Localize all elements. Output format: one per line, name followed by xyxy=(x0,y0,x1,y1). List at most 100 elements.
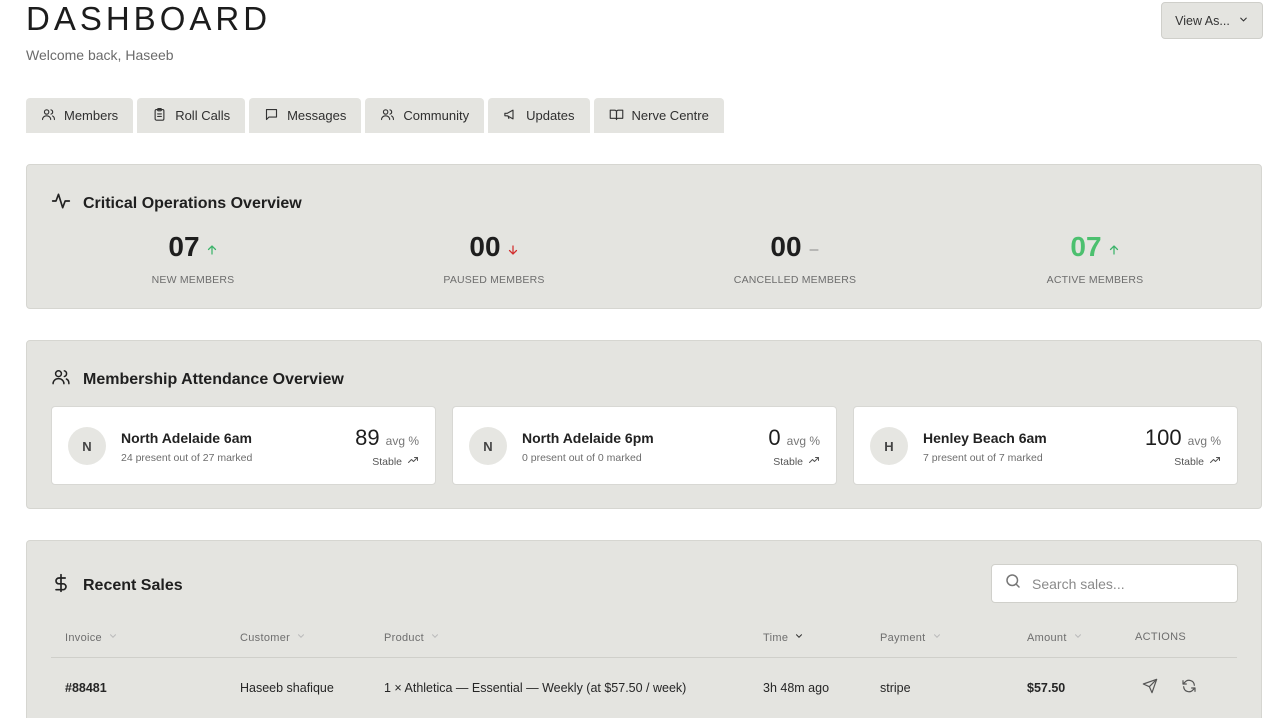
critical-operations-title: Critical Operations Overview xyxy=(51,191,302,216)
megaphone-icon xyxy=(503,107,518,125)
arrow-up-icon xyxy=(206,232,218,262)
trending-up-icon xyxy=(808,454,820,469)
tab-messages[interactable]: Messages xyxy=(249,98,362,133)
tab-members[interactable]: Members xyxy=(26,98,134,133)
column-header-amount[interactable]: Amount xyxy=(1027,631,1083,644)
column-label: Payment xyxy=(880,631,926,644)
time-cell: 3h 48m ago xyxy=(763,681,830,695)
average-value: 0 xyxy=(768,425,781,450)
stat-paused-members: 00 PAUSED MEMBERS xyxy=(394,231,594,287)
stat-value: 00 xyxy=(469,231,501,262)
invoice-cell[interactable]: #88481 xyxy=(65,681,107,695)
trend-status: Stable xyxy=(372,454,419,469)
welcome-message: Welcome back, Haseeb xyxy=(26,47,174,63)
search-box[interactable] xyxy=(991,564,1238,603)
attendance-average: 89 avg % xyxy=(355,425,419,451)
attendance-title: Membership Attendance Overview xyxy=(51,367,344,392)
chevron-down-icon xyxy=(296,631,306,644)
average-value: 100 xyxy=(1144,425,1182,450)
stat-new-members: 07 NEW MEMBERS xyxy=(93,232,293,287)
product-cell: 1 × Athletica — Essential — Weekly (at $… xyxy=(384,681,687,695)
stat-value: 07 xyxy=(1070,231,1102,262)
average-unit: avg % xyxy=(385,434,419,448)
panel-title-text: Recent Sales xyxy=(83,576,183,594)
trending-up-icon xyxy=(1209,454,1221,469)
average-unit: avg % xyxy=(1187,434,1221,448)
users-icon xyxy=(41,107,56,125)
trend-label: Stable xyxy=(1174,455,1204,468)
average-unit: avg % xyxy=(786,434,820,448)
tab-bar: Members Roll Calls Messages Community Up… xyxy=(26,98,724,133)
clipboard-icon xyxy=(152,107,167,125)
recent-sales-panel: Recent Sales Invoice Customer Product Ti… xyxy=(26,540,1262,718)
stat-label: ACTIVE MEMBERS xyxy=(1046,274,1144,286)
tab-roll-calls[interactable]: Roll Calls xyxy=(137,98,246,133)
trend-status: Stable xyxy=(773,454,820,469)
arrow-up-icon xyxy=(1108,232,1120,262)
tab-label: Community xyxy=(403,108,470,123)
attendance-average: 100 avg % xyxy=(1145,425,1221,451)
tab-label: Messages xyxy=(287,108,347,123)
class-name: North Adelaide 6pm xyxy=(522,430,654,446)
trend-label: Stable xyxy=(372,455,402,468)
chevron-down-icon xyxy=(430,631,440,644)
tab-updates[interactable]: Updates xyxy=(488,98,590,133)
amount-cell: $57.50 xyxy=(1027,681,1066,695)
users-icon xyxy=(380,107,395,125)
class-name: Henley Beach 6am xyxy=(923,430,1047,446)
critical-operations-panel: Critical Operations Overview 07 NEW MEMB… xyxy=(26,164,1262,309)
view-as-button[interactable]: View As... xyxy=(1161,2,1263,39)
tab-nerve-centre[interactable]: Nerve Centre xyxy=(593,98,724,133)
column-header-product[interactable]: Product xyxy=(384,631,440,644)
trending-up-icon xyxy=(407,454,419,469)
average-value: 89 xyxy=(355,425,380,450)
search-input[interactable] xyxy=(1032,575,1232,592)
column-header-payment[interactable]: Payment xyxy=(880,631,942,644)
minus-icon xyxy=(808,232,820,262)
class-name: North Adelaide 6am xyxy=(121,430,252,446)
stat-value: 00 xyxy=(770,231,802,262)
tab-label: Members xyxy=(64,108,119,123)
attendance-card[interactable]: H Henley Beach 6am 7 present out of 7 ma… xyxy=(853,406,1238,485)
attendance-average: 0 avg % xyxy=(768,425,820,451)
avatar: H xyxy=(870,427,908,465)
column-label: Product xyxy=(384,631,425,644)
chevron-down-icon xyxy=(794,631,804,644)
users-icon xyxy=(51,367,71,392)
avatar: N xyxy=(469,427,507,465)
refresh-icon xyxy=(1181,679,1197,698)
panel-title-text: Critical Operations Overview xyxy=(83,194,302,212)
refund-button[interactable] xyxy=(1181,678,1201,698)
dollar-icon xyxy=(51,573,71,598)
search-icon xyxy=(1004,572,1022,595)
tab-label: Roll Calls xyxy=(175,108,231,123)
attendance-summary: 24 present out of 27 marked xyxy=(121,452,253,464)
attendance-summary: 7 present out of 7 marked xyxy=(923,452,1043,464)
column-header-actions: ACTIONS xyxy=(1135,631,1186,643)
column-label: Customer xyxy=(240,631,291,644)
arrow-down-icon xyxy=(507,232,519,262)
stat-active-members: 07 ACTIVE MEMBERS xyxy=(995,231,1195,287)
view-as-label: View As... xyxy=(1175,13,1230,28)
column-header-invoice[interactable]: Invoice xyxy=(65,631,118,644)
stat-label: CANCELLED MEMBERS xyxy=(733,274,857,286)
tab-community[interactable]: Community xyxy=(365,98,485,133)
column-label: Time xyxy=(763,631,789,644)
column-header-customer[interactable]: Customer xyxy=(240,631,306,644)
message-icon xyxy=(264,107,279,125)
trend-label: Stable xyxy=(773,455,803,468)
customer-cell: Haseeb shafique xyxy=(240,681,334,695)
recent-sales-title: Recent Sales xyxy=(51,573,183,598)
chevron-down-icon xyxy=(1238,14,1249,28)
column-header-time[interactable]: Time xyxy=(763,631,804,644)
payment-cell: stripe xyxy=(880,681,911,695)
attendance-card[interactable]: N North Adelaide 6pm 0 present out of 0 … xyxy=(452,406,837,485)
tab-label: Nerve Centre xyxy=(631,108,709,123)
attendance-summary: 0 present out of 0 marked xyxy=(522,452,642,464)
attendance-card[interactable]: N North Adelaide 6am 24 present out of 2… xyxy=(51,406,436,485)
panel-title-text: Membership Attendance Overview xyxy=(83,370,344,388)
trend-status: Stable xyxy=(1174,454,1221,469)
column-label: Amount xyxy=(1027,631,1067,644)
send-receipt-button[interactable] xyxy=(1142,678,1162,698)
chevron-down-icon xyxy=(108,631,118,644)
